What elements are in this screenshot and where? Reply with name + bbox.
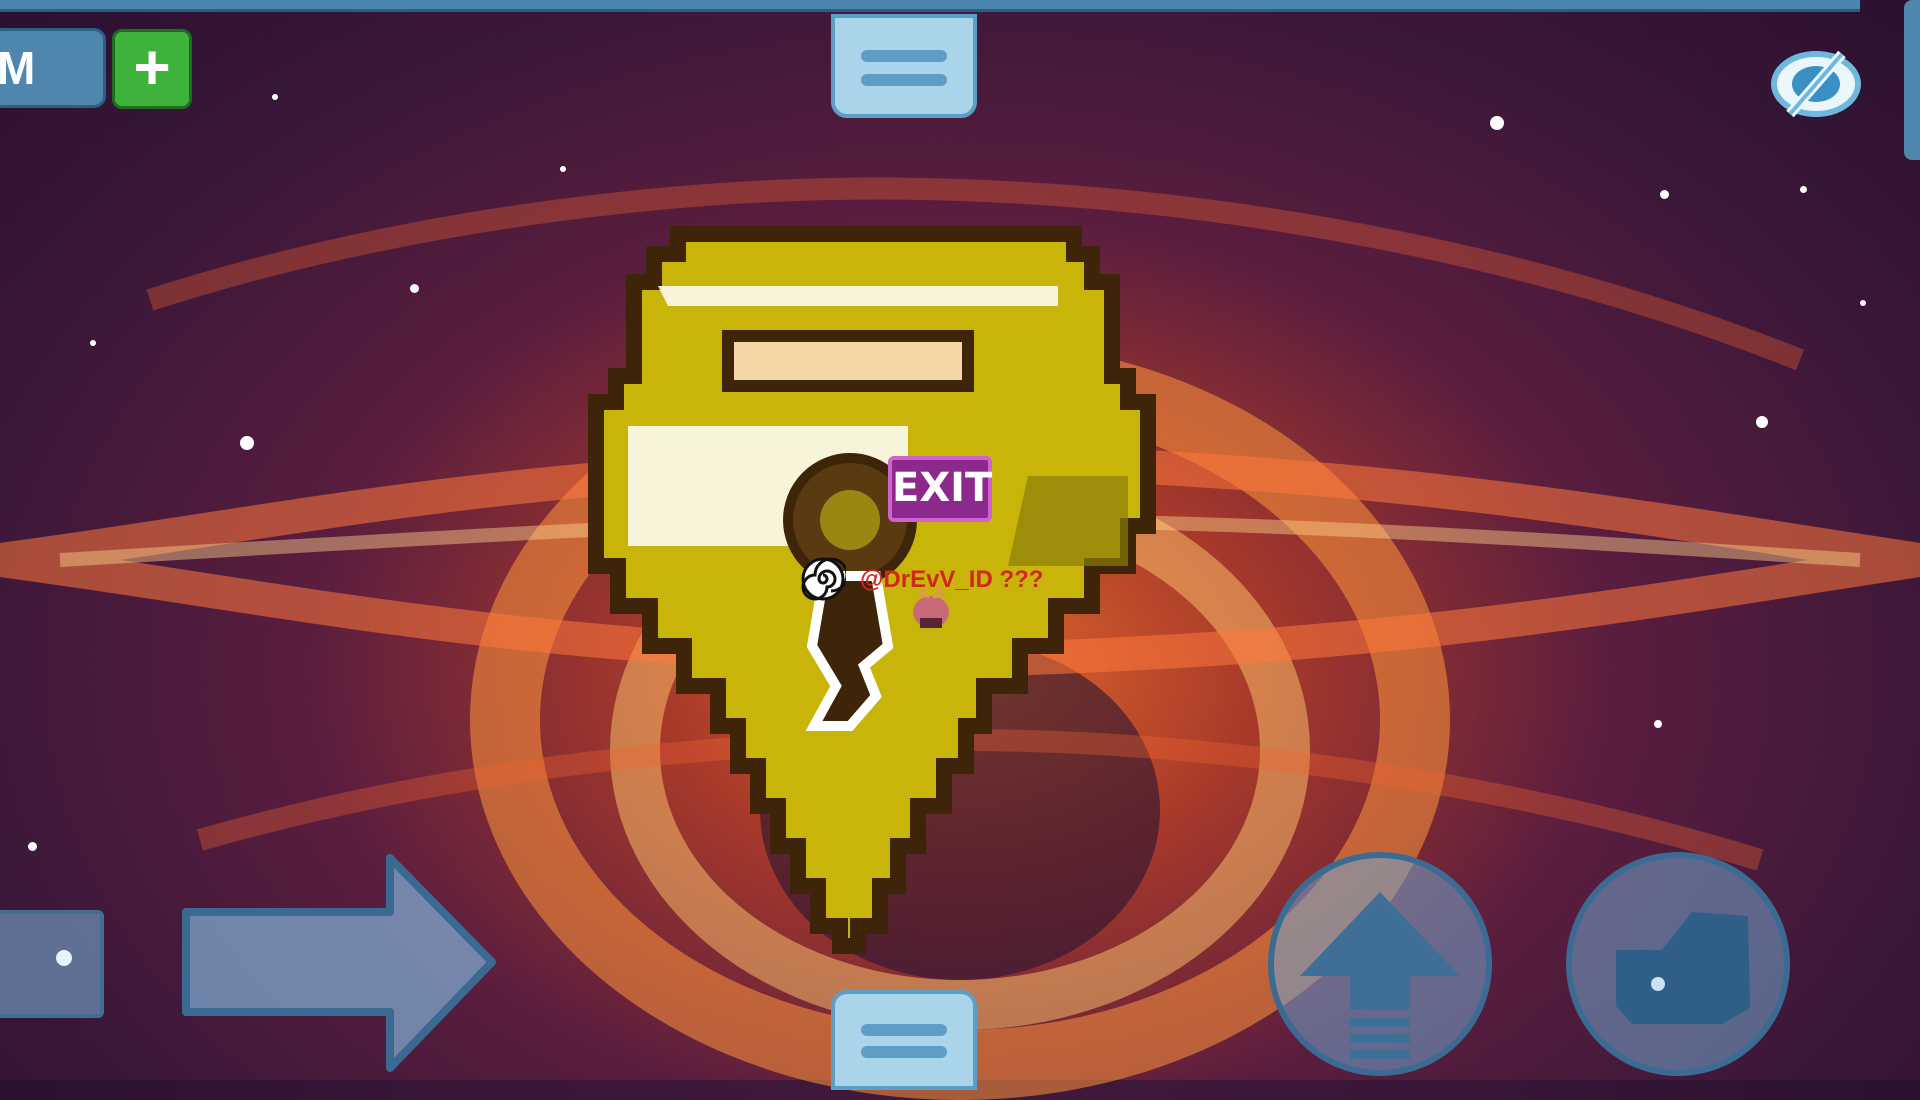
star — [272, 94, 278, 100]
move-right-button[interactable] — [180, 850, 500, 1080]
add-gems-button[interactable]: + — [112, 29, 192, 109]
menu-tab-bottom[interactable] — [831, 990, 977, 1090]
star — [1654, 720, 1662, 728]
star — [1860, 300, 1866, 306]
star — [28, 842, 37, 851]
star — [240, 436, 254, 450]
star — [1490, 116, 1504, 130]
eye-slash-icon — [1771, 50, 1861, 118]
star — [410, 284, 419, 293]
exit-door-sign[interactable]: EXIT — [888, 456, 992, 522]
spiral-icon — [801, 557, 846, 601]
side-panel-edge[interactable] — [1904, 0, 1920, 160]
exit-label: EXIT — [892, 465, 993, 511]
star — [1756, 416, 1768, 428]
visibility-toggle-button[interactable] — [1768, 44, 1864, 124]
menu-tab-top[interactable] — [831, 14, 977, 118]
star — [1800, 186, 1807, 193]
gems-counter-label: M — [0, 42, 36, 94]
gems-counter[interactable]: M — [0, 28, 106, 108]
arrow-right-icon — [182, 854, 496, 1072]
star — [560, 166, 566, 172]
punch-button[interactable] — [1566, 852, 1790, 1076]
dot-icon — [56, 950, 72, 966]
top-status-bar — [0, 0, 1860, 12]
fist-icon — [1616, 912, 1750, 1024]
move-left-button[interactable] — [0, 910, 104, 1018]
arrow-up-icon — [1300, 892, 1460, 1059]
star — [1660, 190, 1669, 199]
jump-button[interactable] — [1268, 852, 1492, 1076]
star — [90, 340, 96, 346]
player-avatar[interactable] — [902, 582, 960, 632]
plus-icon: + — [133, 31, 171, 103]
